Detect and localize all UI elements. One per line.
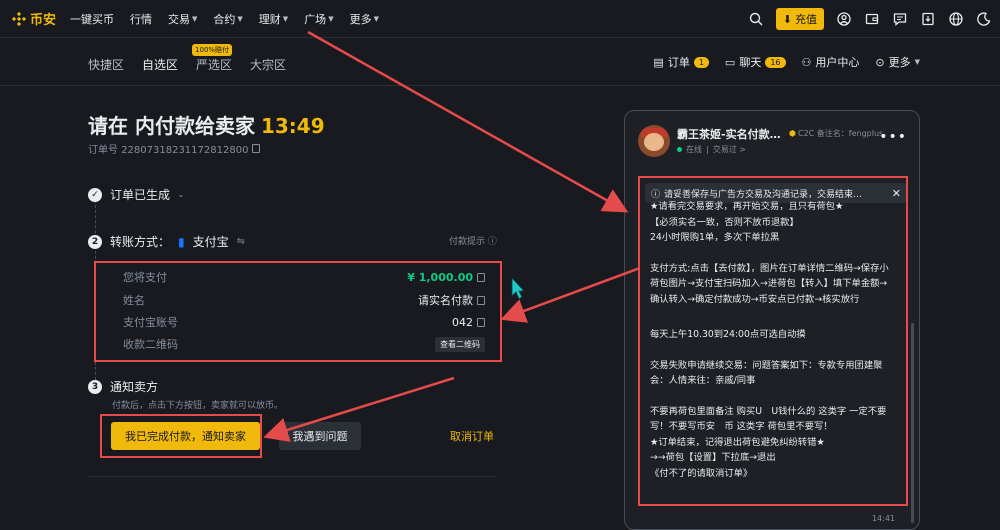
chevron-down-icon: ▼ <box>373 14 379 23</box>
shield-icon: ⬢ <box>789 129 796 138</box>
payment-tip-label: 付款提示 <box>449 237 486 247</box>
nav-quick-buy[interactable]: 一键买币 <box>70 11 114 27</box>
payment-tip-link[interactable]: 付款提示 ⓘ <box>449 234 497 247</box>
user-center-label: 用户中心 <box>815 56 860 69</box>
user-center-link[interactable]: ⚇ 用户中心 <box>802 54 860 70</box>
step-notify-seller: 3 通知卖方 <box>88 378 158 395</box>
step-label: 通知卖方 <box>110 380 159 394</box>
nav-trade[interactable]: 交易 ▼ <box>168 11 197 27</box>
payment-method: 支付宝 <box>192 235 229 249</box>
seller-avatar <box>638 125 670 157</box>
chevron-down-icon: ▼ <box>237 14 243 23</box>
binance-logo[interactable]: 币安 <box>12 9 56 28</box>
nav-label: 更多 <box>349 12 372 26</box>
seller-name: 霸王茶姬-实名付款… <box>677 128 781 141</box>
arrow-to-payment <box>500 266 641 323</box>
more-options-icon[interactable]: ••• <box>879 129 907 145</box>
globe-icon[interactable] <box>948 11 964 27</box>
switch-icon[interactable]: ⇋ <box>237 236 245 247</box>
wallet-icon[interactable] <box>864 11 880 27</box>
countdown-timer: 13:49 <box>260 114 325 138</box>
top-nav: 币安 一键买币 行情 交易 ▼ 合约 ▼ 理财 ▼ 广场 ▼ 更多 ▼ ⬇ 充值 <box>0 0 1000 38</box>
title-text: 请在 内付款给卖家 <box>88 114 255 138</box>
alipay-icon: ▮ <box>178 234 185 249</box>
search-icon[interactable] <box>748 11 764 27</box>
nav-label: 理财 <box>258 12 281 26</box>
order-no-label: 订单号 <box>88 145 118 156</box>
orders-label: 订单 <box>667 56 690 69</box>
deposit-button[interactable]: ⬇ 充值 <box>775 8 824 30</box>
more-label: 更多 <box>888 56 911 69</box>
step-label: 订单已生成 <box>110 188 171 202</box>
trades-link[interactable]: 交易过 > <box>713 144 746 155</box>
online-label: 在线 <box>686 145 702 154</box>
nav-earn[interactable]: 理财 ▼ <box>259 11 288 27</box>
annotation-box-confirm-button <box>100 414 262 458</box>
download-app-icon[interactable] <box>920 11 936 27</box>
order-no-value: 22807318231172812800 <box>121 145 249 156</box>
nav-square[interactable]: 广场 ▼ <box>304 11 333 27</box>
chevron-down-icon: ▼ <box>328 14 334 23</box>
chevron-down-icon: ▼ <box>282 14 289 23</box>
tab-p2p[interactable]: 自选区 <box>142 56 178 73</box>
nav-more[interactable]: 更多 ▼ <box>350 11 379 27</box>
chat-scrollbar[interactable] <box>911 323 914 523</box>
check-icon: ✓ <box>88 187 102 202</box>
orders-icon: ▤ <box>653 55 664 69</box>
copy-icon[interactable] <box>251 144 260 153</box>
chat-link[interactable]: ▭ 聊天 16 <box>725 54 786 70</box>
tab-label: 严选区 <box>196 58 233 72</box>
nav-label: 广场 <box>304 12 327 26</box>
divider <box>88 476 496 477</box>
download-icon: ⬇ <box>782 12 792 26</box>
chevron-down-icon: ▼ <box>192 14 198 23</box>
step-number: 3 <box>88 379 102 394</box>
online-dot <box>677 147 682 152</box>
p2p-subnav: 快捷区 自选区 100%赔付 严选区 大宗区 ▤ 订单 1 ▭ 聊天 16 ⚇ 用户中心 … <box>0 38 1000 86</box>
nav-label: 一键买币 <box>70 12 115 26</box>
theme-moon-icon[interactable] <box>976 11 992 27</box>
page-title: 请在 内付款给卖家 13:49 <box>88 110 325 139</box>
order-number: 订单号 22807318231172812800 <box>88 141 260 156</box>
logo-text: 币安 <box>30 13 57 28</box>
annotation-box-payment-details <box>94 261 502 362</box>
chevron-down-icon[interactable]: ⌄ <box>178 191 184 199</box>
online-status: 在线 | 交易过 > <box>677 144 746 155</box>
users-icon: ⚇ <box>801 55 812 69</box>
nav-label: 行情 <box>130 12 153 26</box>
more-menu[interactable]: ⊙ 更多 ▼ <box>875 54 920 70</box>
c2c-note: ⬢ C2C 备注名：fengplus <box>789 128 883 139</box>
step-number: 2 <box>88 234 102 249</box>
step-order-created: ✓ 订单已生成 ⌄ <box>88 186 184 203</box>
promo-badge: 100%赔付 <box>192 44 233 56</box>
user-icon[interactable] <box>836 11 852 27</box>
cursor-icon <box>511 276 525 300</box>
message-time: 14:41 <box>871 514 895 523</box>
cancel-order-link[interactable]: 取消订单 <box>450 428 494 444</box>
tab-block[interactable]: 大宗区 <box>250 56 286 73</box>
chat-count-badge: 16 <box>765 56 786 68</box>
annotation-box-chat <box>638 176 908 506</box>
orders-count-badge: 1 <box>693 56 709 68</box>
step-label: 转账方式： <box>110 235 171 249</box>
nav-futures[interactable]: 合约 ▼ <box>213 11 242 27</box>
chevron-down-icon: ▼ <box>914 58 920 66</box>
nav-label: 交易 <box>168 12 191 26</box>
chat-label: 聊天 <box>739 56 762 69</box>
nav-label: 合约 <box>213 12 236 26</box>
more-circle-icon: ⊙ <box>875 55 885 69</box>
c2c-note-text: C2C 备注名：fengplus <box>797 129 884 138</box>
tab-verified[interactable]: 100%赔付 严选区 <box>192 44 233 73</box>
deposit-label: 充值 <box>795 13 817 26</box>
message-icon[interactable] <box>892 11 908 27</box>
binance-logo-icon <box>12 11 26 26</box>
step-transfer: 2 转账方式： ▮ 支付宝 ⇋ <box>88 233 245 250</box>
tab-express[interactable]: 快捷区 <box>88 56 124 73</box>
nav-markets[interactable]: 行情 <box>130 11 152 27</box>
chat-icon: ▭ <box>724 55 736 69</box>
notify-description: 付款后，点击下方按钮，卖家就可以放币。 <box>112 401 284 411</box>
orders-link[interactable]: ▤ 订单 1 <box>653 54 709 70</box>
report-problem-button[interactable]: 我遇到问题 <box>279 422 361 450</box>
